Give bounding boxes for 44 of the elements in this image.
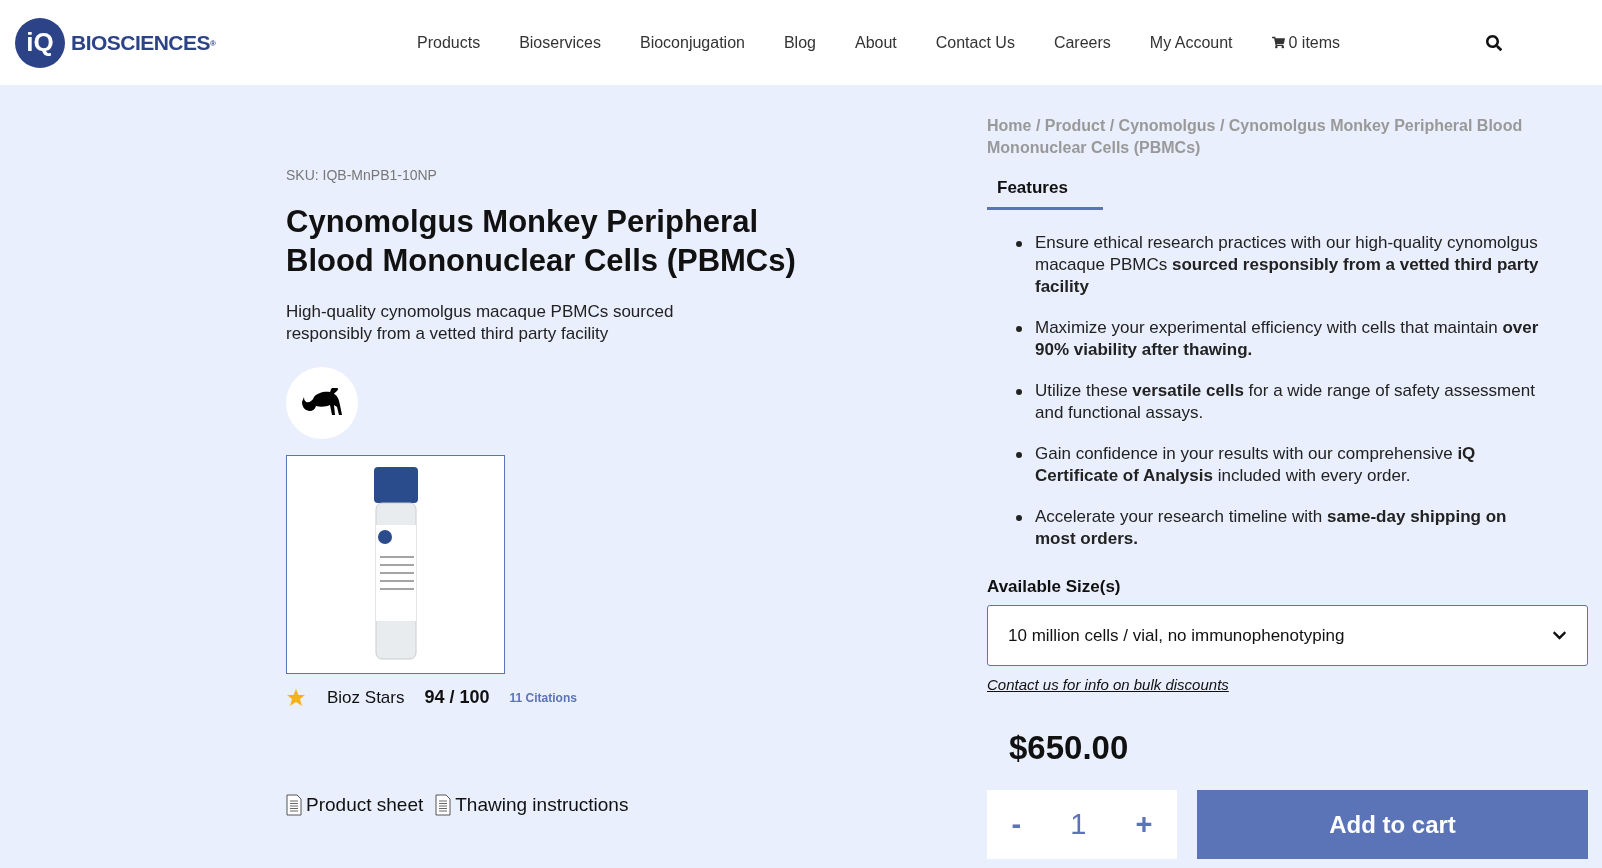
star-icon	[286, 687, 306, 708]
feature-item: Ensure ethical research practices with our high-quality cynomolgus macaque PBMCs sourced responsibly from a vetted third party facility	[1035, 231, 1540, 298]
citations-link[interactable]: 11 Citations	[509, 688, 577, 707]
feature-item: Accelerate your research timeline with same-day shipping on most orders.	[1035, 505, 1508, 550]
nav-link[interactable]: Products	[417, 30, 481, 55]
quantity-value: 1	[1070, 806, 1087, 842]
search-icon[interactable]	[1486, 34, 1502, 51]
bullet-icon	[1016, 240, 1022, 247]
price: $650.00	[1009, 727, 1130, 768]
document-link[interactable]: Product sheet	[286, 791, 424, 820]
logo-text: BIOSCIENCES$^{®}$	[71, 29, 216, 56]
breadcrumb: Home / Product / Cynomolgus / Cynomolgus Monkey Peripheral Blood Mononuclear Cells (PBMCs)	[987, 116, 1524, 158]
feature-item: Gain confidence in your results with our comprehensive iQ Certificate of Analysis included with every order.	[1035, 442, 1477, 487]
nav-link[interactable]: Contact Us	[935, 30, 1015, 55]
nav-link[interactable]: Bioservices	[519, 30, 601, 55]
add-to-cart-button[interactable]: Add to cart	[1197, 790, 1588, 859]
logo-mark[interactable]: iQ	[15, 17, 65, 68]
nav-link[interactable]: Bioconjugation	[639, 30, 745, 55]
nav-link[interactable]: About	[854, 30, 897, 55]
bullet-icon	[1016, 451, 1022, 458]
bioz-score: 94 / 100	[424, 686, 490, 709]
increase-button[interactable]: +	[1135, 802, 1153, 847]
sizes-label: Available Size(s)	[987, 575, 1122, 598]
product-title: Cynomolgus Monkey Peripheral Blood Mononuclear Cells (PBMCs)	[286, 203, 797, 280]
bullet-icon	[1016, 325, 1022, 332]
feature-item: Utilize these versatile cells for a wide range of safety assessment and functional assays.	[1035, 379, 1536, 424]
size-select[interactable]: 10 million cells / vial, no immunophenotyping	[987, 605, 1588, 666]
features-tab[interactable]: Features	[987, 175, 1103, 210]
cart-link[interactable]: 0 items	[1271, 30, 1341, 55]
product-subtitle: High-quality cynomolgus macaque PBMCs sourced responsibly from a vetted third party facility	[286, 301, 675, 345]
nav-link[interactable]: Careers	[1053, 30, 1111, 55]
decrease-button[interactable]: -	[1011, 802, 1022, 847]
document-icon	[435, 794, 452, 817]
bullet-icon	[1016, 388, 1022, 395]
cart-icon	[1271, 36, 1285, 49]
nav-link[interactable]: My Account	[1149, 30, 1233, 55]
bulk-discount-link[interactable]: Contact us for info on bulk discounts	[987, 674, 1588, 697]
document-link[interactable]: Thawing instructions	[435, 791, 629, 820]
document-icon	[286, 794, 302, 817]
feature-item: Maximize your experimental efficiency with cells that maintain over 90% viability after thawing.	[1035, 316, 1540, 361]
bioz-label: Bioz Stars	[327, 686, 405, 709]
nav-link[interactable]: Blog	[783, 30, 816, 55]
bullet-icon	[1016, 514, 1022, 521]
sku-text: SKU: IQB-MnPB1-10NP	[286, 166, 438, 185]
